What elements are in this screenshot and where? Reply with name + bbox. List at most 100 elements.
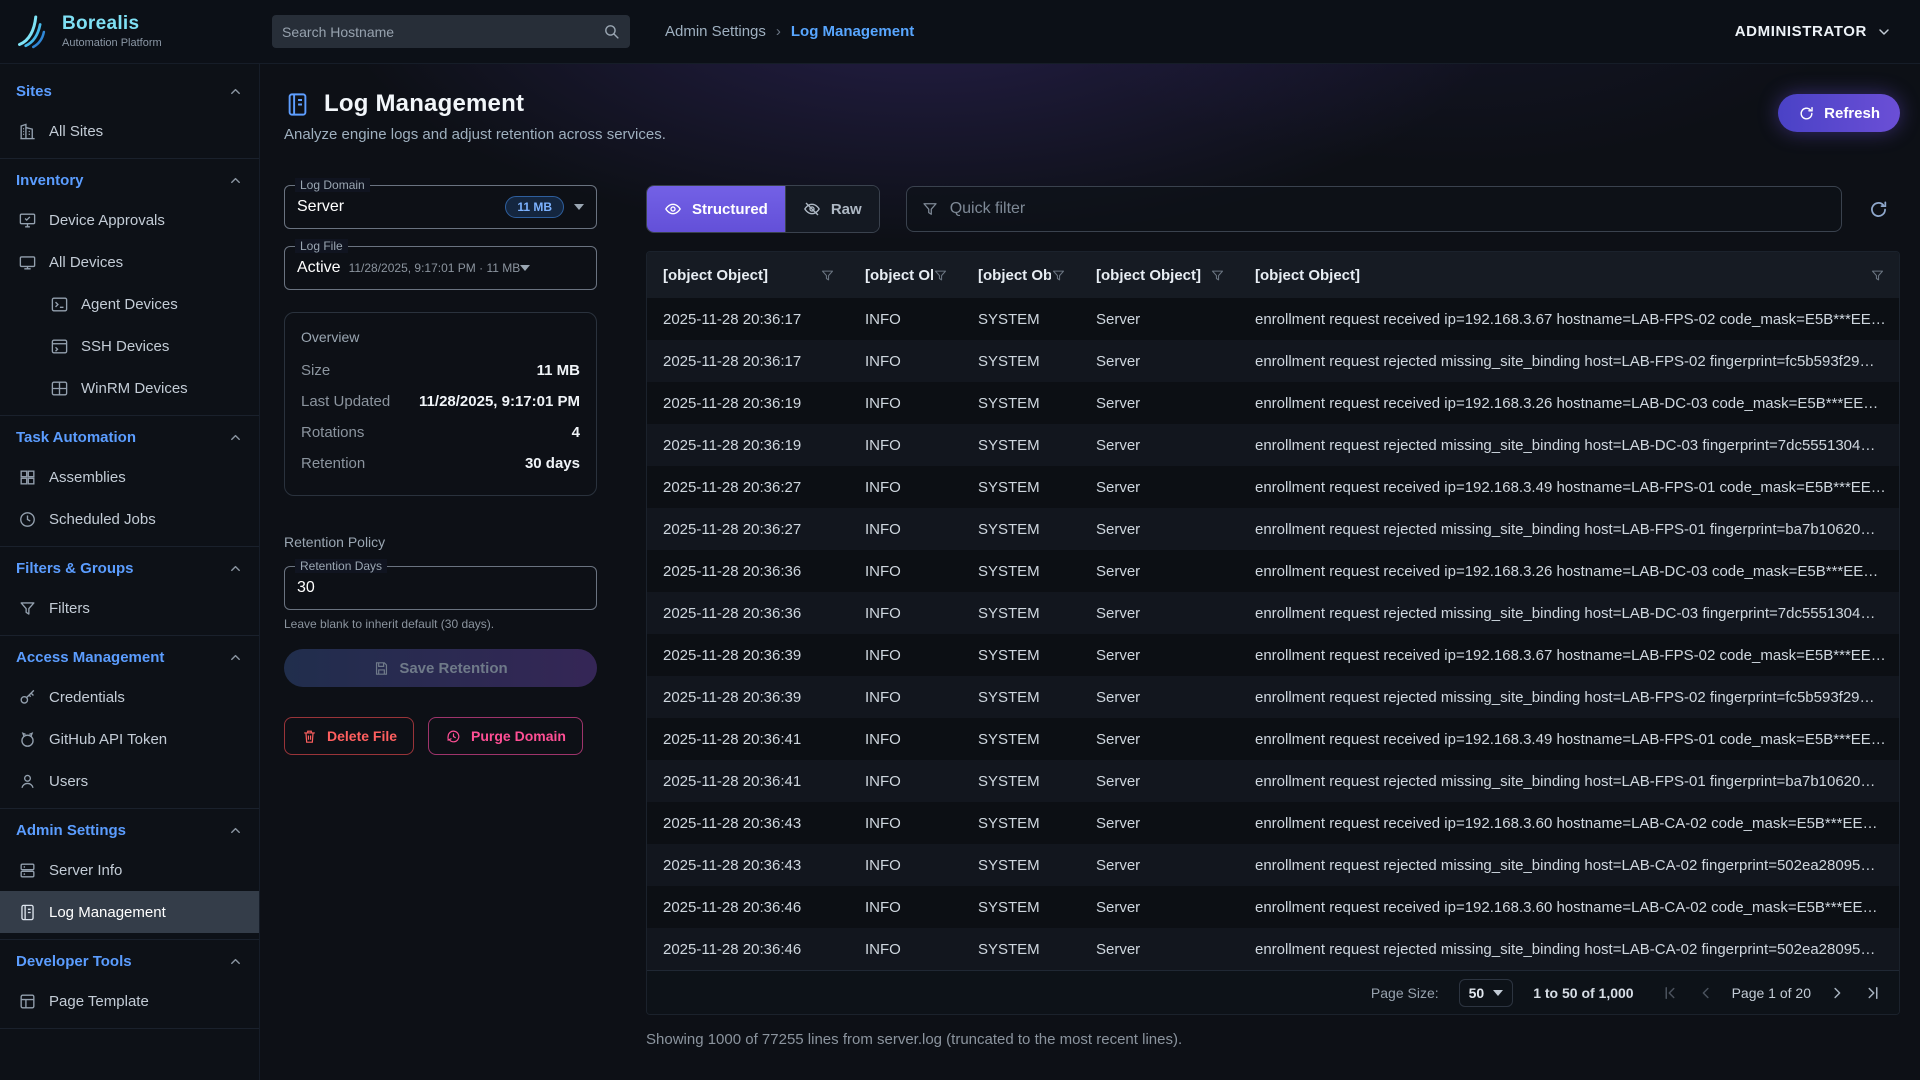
log-row[interactable]: 2025-11-28 20:36:41 INFO SYSTEM Server e… (647, 718, 1899, 760)
column-header-label: [object Object] (663, 267, 768, 284)
user-menu[interactable]: ADMINISTRATOR (1735, 23, 1892, 40)
cell-scope: SYSTEM (962, 395, 1080, 412)
cell-level: INFO (849, 941, 962, 958)
sidebar-section-label: Access Management (16, 649, 164, 666)
column-filter-icon[interactable] (1210, 268, 1225, 283)
refresh-icon (1868, 199, 1889, 220)
log-row[interactable]: 2025-11-28 20:36:27 INFO SYSTEM Server e… (647, 508, 1899, 550)
brand[interactable]: Borealis Automation Platform (0, 12, 260, 52)
overview-row: Rotations 4 (301, 417, 580, 448)
structured-mode-button[interactable]: Structured (647, 186, 785, 232)
cell-message: enrollment request rejected missing_site… (1239, 605, 1899, 622)
sidebar-item[interactable]: Users (0, 760, 259, 802)
next-page-icon (1828, 984, 1846, 1002)
chevron-up-icon (228, 823, 243, 838)
cell-service: Server (1080, 941, 1239, 958)
log-row[interactable]: 2025-11-28 20:36:46 INFO SYSTEM Server e… (647, 928, 1899, 970)
breadcrumb-parent[interactable]: Admin Settings (665, 23, 766, 40)
cell-service: Server (1080, 689, 1239, 706)
raw-mode-button[interactable]: Raw (785, 186, 879, 232)
next-page-button[interactable] (1827, 983, 1847, 1003)
assemblies-icon (18, 468, 37, 487)
sidebar-section-label: Task Automation (16, 429, 136, 446)
refresh-button[interactable]: Refresh (1778, 94, 1900, 132)
cell-message: enrollment request rejected missing_site… (1239, 773, 1899, 790)
last-page-button[interactable] (1863, 983, 1883, 1003)
quick-filter-input[interactable] (950, 200, 1827, 218)
first-page-button[interactable] (1660, 983, 1680, 1003)
table-refresh-button[interactable] (1856, 187, 1900, 231)
cell-level: INFO (849, 353, 962, 370)
retention-days-input[interactable] (297, 579, 584, 597)
column-filter-icon[interactable] (933, 268, 948, 283)
log-row[interactable]: 2025-11-28 20:36:36 INFO SYSTEM Server e… (647, 550, 1899, 592)
log-row[interactable]: 2025-11-28 20:36:36 INFO SYSTEM Server e… (647, 592, 1899, 634)
sidebar-item[interactable]: All Sites (0, 110, 259, 152)
sidebar-item[interactable]: All Devices (0, 241, 259, 283)
sidebar-item[interactable]: Credentials (0, 676, 259, 718)
chevron-up-icon (228, 954, 243, 969)
sidebar-section-header[interactable]: Inventory (0, 161, 259, 199)
sidebar-item[interactable]: Agent Devices (0, 283, 259, 325)
sidebar-item[interactable]: Page Template (0, 980, 259, 1022)
log-row[interactable]: 2025-11-28 20:36:19 INFO SYSTEM Server e… (647, 382, 1899, 424)
column-filter-icon[interactable] (820, 268, 835, 283)
log-row[interactable]: 2025-11-28 20:36:39 INFO SYSTEM Server e… (647, 676, 1899, 718)
sidebar-item[interactable]: Device Approvals (0, 199, 259, 241)
sidebar-item[interactable]: GitHub API Token (0, 718, 259, 760)
log-row[interactable]: 2025-11-28 20:36:17 INFO SYSTEM Server e… (647, 298, 1899, 340)
sidebar-item[interactable]: WinRM Devices (0, 367, 259, 409)
sidebar-section-header[interactable]: Access Management (0, 638, 259, 676)
sidebar-item[interactable]: Scheduled Jobs (0, 498, 259, 540)
log-row[interactable]: 2025-11-28 20:36:43 INFO SYSTEM Server e… (647, 802, 1899, 844)
sidebar-item[interactable]: Log Management (0, 891, 259, 933)
sidebar-item[interactable]: Server Info (0, 849, 259, 891)
cell-level: INFO (849, 731, 962, 748)
log-row[interactable]: 2025-11-28 20:36:17 INFO SYSTEM Server e… (647, 340, 1899, 382)
delete-file-button[interactable]: Delete File (284, 717, 414, 755)
key-icon (18, 688, 37, 707)
page-subtitle: Analyze engine logs and adjust retention… (284, 126, 666, 143)
log-domain-select[interactable]: Log Domain Server 11 MB (284, 185, 597, 229)
view-mode-toggle: Structured Raw (646, 185, 880, 233)
log-file-meta: 11/28/2025, 9:17:01 PM · 11 MB (349, 261, 521, 275)
hostname-search-input[interactable] (282, 24, 603, 40)
sidebar-section-header[interactable]: Admin Settings (0, 811, 259, 849)
sidebar-item-label: Log Management (49, 904, 166, 921)
sidebar-item[interactable]: SSH Devices (0, 325, 259, 367)
log-row[interactable]: 2025-11-28 20:36:19 INFO SYSTEM Server e… (647, 424, 1899, 466)
log-row[interactable]: 2025-11-28 20:36:46 INFO SYSTEM Server e… (647, 886, 1899, 928)
log-row[interactable]: 2025-11-28 20:36:41 INFO SYSTEM Server e… (647, 760, 1899, 802)
column-filter-icon[interactable] (1051, 268, 1066, 283)
cell-timestamp: 2025-11-28 20:36:17 (647, 311, 849, 328)
sidebar-item-label: WinRM Devices (81, 380, 188, 397)
cell-service: Server (1080, 311, 1239, 328)
cell-message: enrollment request received ip=192.168.3… (1239, 395, 1899, 412)
log-row[interactable]: 2025-11-28 20:36:27 INFO SYSTEM Server e… (647, 466, 1899, 508)
cell-timestamp: 2025-11-28 20:36:46 (647, 941, 849, 958)
sidebar-item[interactable]: Assemblies (0, 456, 259, 498)
prev-page-button[interactable] (1696, 983, 1716, 1003)
page-size-select[interactable]: 50 (1459, 979, 1514, 1007)
cell-message: enrollment request received ip=192.168.3… (1239, 647, 1899, 664)
sidebar-section: Sites All Sites (0, 70, 259, 159)
sidebar-item[interactable]: Filters (0, 587, 259, 629)
last-page-icon (1864, 984, 1882, 1002)
save-retention-button[interactable]: Save Retention (284, 649, 597, 687)
log-row[interactable]: 2025-11-28 20:36:43 INFO SYSTEM Server e… (647, 844, 1899, 886)
history-icon (445, 728, 462, 745)
column-header: [object Object] (647, 252, 849, 298)
sidebar-section-header[interactable]: Sites (0, 72, 259, 110)
cell-service: Server (1080, 857, 1239, 874)
sidebar-item-label: SSH Devices (81, 338, 169, 355)
log-file-select[interactable]: Log File Active 11/28/2025, 9:17:01 PM ·… (284, 246, 597, 290)
log-row[interactable]: 2025-11-28 20:36:39 INFO SYSTEM Server e… (647, 634, 1899, 676)
cell-scope: SYSTEM (962, 311, 1080, 328)
retention-days-field: Retention Days (284, 566, 597, 610)
purge-domain-button[interactable]: Purge Domain (428, 717, 583, 755)
column-filter-icon[interactable] (1870, 268, 1885, 283)
log-domain-size-badge: 11 MB (505, 196, 564, 218)
sidebar-section-header[interactable]: Developer Tools (0, 942, 259, 980)
sidebar-section-header[interactable]: Filters & Groups (0, 549, 259, 587)
sidebar-section-header[interactable]: Task Automation (0, 418, 259, 456)
